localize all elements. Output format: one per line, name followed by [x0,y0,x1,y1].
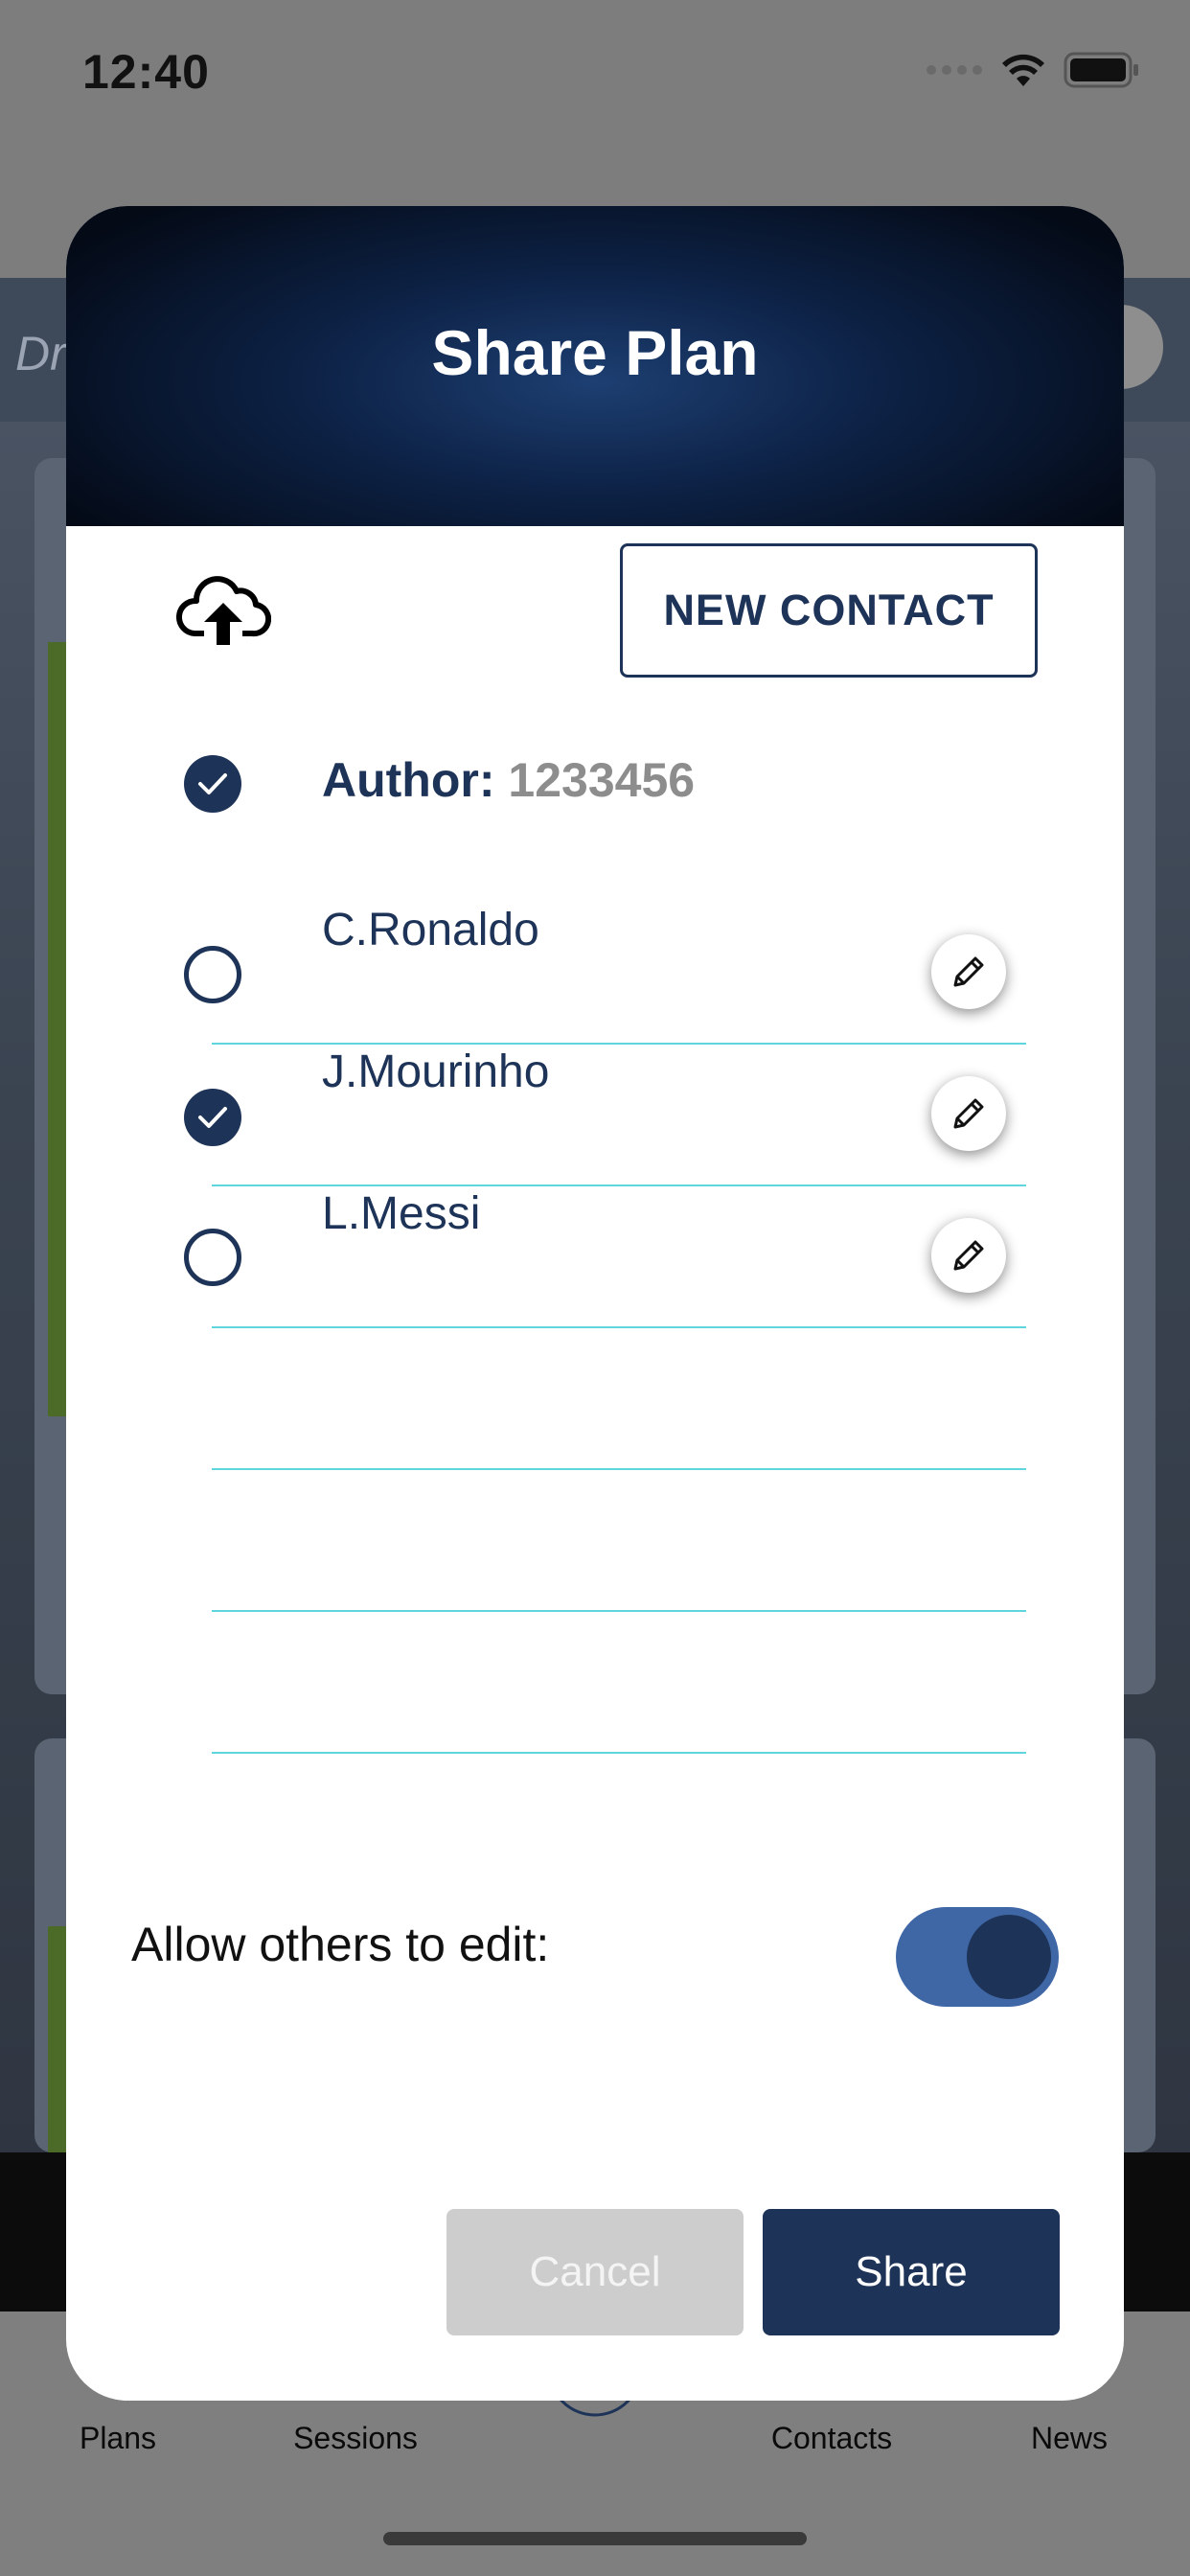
dialog-header: Share Plan [66,206,1124,526]
row-divider [212,1043,1026,1045]
checkmark-icon [198,773,227,794]
toggle-knob [967,1915,1051,1999]
author-row: Author: 1233456 [322,752,695,808]
edit-contact-button[interactable] [931,1076,1006,1151]
dialog-title: Share Plan [431,317,759,388]
author-id: 1233456 [508,753,696,807]
cellular-signal-icon [927,65,982,75]
home-indicator [383,2532,807,2545]
row-divider [212,1610,1026,1612]
contact-name: J.Mourinho [322,1046,550,1097]
author-checkbox[interactable] [184,755,241,813]
share-plan-dialog: Share Plan NEW CONTACT Author: 1233456 C… [66,206,1124,2401]
new-contact-button[interactable]: NEW CONTACT [620,543,1038,678]
contact-name: L.Messi [322,1188,481,1239]
cloud-upload-icon[interactable] [175,570,271,647]
status-icons [926,52,1140,88]
row-divider [212,1468,1026,1470]
row-divider [212,1184,1026,1186]
status-time: 12:40 [82,45,210,99]
wifi-icon [1002,54,1044,86]
author-label: Author: [322,753,495,807]
pencil-icon [953,956,984,987]
contact-checkbox[interactable] [184,1089,241,1146]
contact-checkbox[interactable] [184,1229,241,1286]
allow-edit-label: Allow others to edit: [131,1918,550,1971]
allow-edit-toggle[interactable] [896,1907,1059,2007]
cancel-button[interactable]: Cancel [446,2209,744,2335]
pencil-icon [953,1240,984,1271]
contact-checkbox[interactable] [184,946,241,1003]
tab-news: News [1030,2421,1108,2455]
edit-contact-button[interactable] [931,934,1006,1009]
tab-plans: Plans [79,2421,157,2455]
background-header-title: Dr [15,327,66,380]
row-divider [212,1326,1026,1328]
share-button[interactable]: Share [763,2209,1060,2335]
status-bar: 12:40 [0,0,1190,144]
pencil-icon [953,1098,984,1129]
battery-icon [1064,52,1138,88]
checkmark-icon [198,1107,227,1128]
row-divider [212,1752,1026,1754]
tab-contacts: Contacts [770,2421,893,2455]
edit-contact-button[interactable] [931,1218,1006,1293]
contact-name: C.Ronaldo [322,905,539,955]
tab-sessions: Sessions [293,2421,418,2455]
